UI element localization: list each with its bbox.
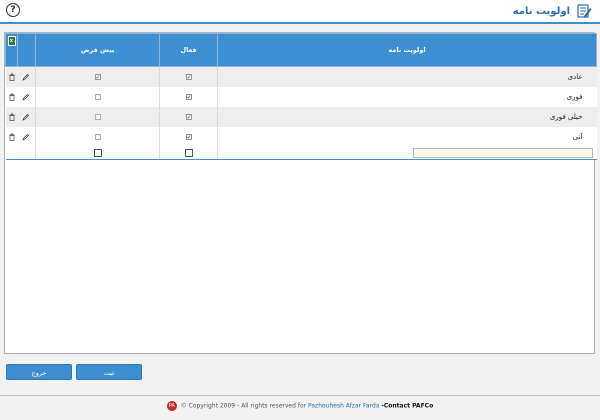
priorities-table: x پیش فرض فعال اولویت نامه ✓ ✓ عادی ✓ فوری ✓ خ…: [5, 33, 597, 160]
footer: PA © Copyright 2009 - All rights reserve…: [0, 401, 600, 411]
default-cell: [35, 127, 160, 147]
table-row: ✓ ✓ عادی: [5, 66, 597, 87]
delete-cell: [5, 107, 18, 127]
new-row-empty-cell: [5, 147, 18, 160]
excel-icon[interactable]: x: [7, 36, 16, 46]
active-cell: ✓: [159, 87, 218, 107]
column-header-active[interactable]: فعال: [159, 33, 218, 67]
new-active-cell: [159, 147, 218, 160]
trash-icon[interactable]: [8, 73, 16, 81]
active-cell: ✓: [159, 107, 218, 127]
pencil-icon[interactable]: [22, 133, 30, 141]
priority-name: خیلی فوری: [549, 113, 583, 121]
priority-name-cell: آنی: [217, 127, 597, 147]
delete-cell: [5, 87, 18, 107]
active-checkbox[interactable]: ✓: [185, 134, 192, 141]
company-logo: PA: [166, 401, 177, 411]
top-bar: ? اولویت نامه: [0, 0, 600, 24]
export-excel-cell[interactable]: x: [5, 33, 18, 67]
footer-divider: [0, 395, 600, 396]
column-header-default[interactable]: پیش فرض: [35, 33, 160, 67]
table-row: ✓ فوری: [5, 87, 597, 107]
active-checkbox[interactable]: ✓: [185, 94, 192, 101]
table-row: ✓ آنی: [5, 127, 597, 147]
table-header-row: x پیش فرض فعال اولویت نامه: [5, 33, 597, 67]
exit-button[interactable]: خروج: [6, 364, 72, 380]
priority-name-cell: عادی: [217, 66, 597, 87]
priority-name: عادی: [567, 73, 583, 81]
column-header-priority[interactable]: اولویت نامه: [217, 33, 597, 67]
default-cell: [35, 87, 160, 107]
active-checkbox[interactable]: ✓: [185, 74, 192, 81]
pencil-icon[interactable]: [22, 73, 30, 81]
new-row: [5, 147, 597, 160]
default-checkbox[interactable]: [94, 134, 101, 140]
default-checkbox[interactable]: [94, 114, 101, 120]
default-checkbox[interactable]: ✓: [94, 74, 101, 81]
priorities-panel: x پیش فرض فعال اولویت نامه ✓ ✓ عادی ✓ فوری ✓ خ…: [4, 32, 597, 354]
table-row: ✓ خیلی فوری: [5, 107, 597, 127]
new-default-checkbox[interactable]: [93, 149, 102, 157]
default-cell: [35, 107, 160, 127]
edit-document-icon: [577, 4, 592, 18]
edit-cell: [17, 107, 36, 127]
save-button[interactable]: ثبت: [76, 364, 142, 380]
active-cell: ✓: [159, 66, 218, 87]
default-cell: ✓: [35, 66, 160, 87]
new-active-checkbox[interactable]: [184, 149, 193, 157]
edit-cell: [17, 66, 36, 87]
trash-icon[interactable]: [8, 133, 16, 141]
page-title: اولویت نامه: [512, 5, 570, 17]
priority-name-cell: فوری: [217, 87, 597, 107]
priority-name: فوری: [566, 93, 583, 101]
copyright-text: © Copyright 2009 - All rights reserved f…: [180, 402, 307, 410]
default-checkbox[interactable]: [94, 94, 101, 100]
priority-name-cell: خیلی فوری: [217, 107, 597, 127]
pencil-icon[interactable]: [22, 93, 30, 101]
contact-link[interactable]: -Contact PAFCo: [381, 403, 433, 410]
page-title-area: اولویت نامه: [513, 3, 592, 19]
new-row-empty-cell: [17, 147, 36, 160]
trash-icon[interactable]: [8, 113, 16, 121]
active-checkbox[interactable]: ✓: [185, 114, 192, 121]
delete-cell: [5, 127, 18, 147]
priority-name: آنی: [572, 133, 583, 141]
actions-header: [17, 33, 36, 67]
company-link[interactable]: Pazhouhesh Afzar Farda: [308, 403, 379, 410]
edit-cell: [17, 127, 36, 147]
new-priority-input[interactable]: [412, 148, 593, 158]
pencil-icon[interactable]: [22, 113, 30, 121]
trash-icon[interactable]: [8, 93, 16, 101]
new-name-cell: [217, 147, 597, 160]
delete-cell: [5, 66, 18, 87]
new-default-cell: [35, 147, 160, 160]
active-cell: ✓: [159, 127, 218, 147]
help-icon[interactable]: ?: [6, 3, 20, 17]
edit-cell: [17, 87, 36, 107]
